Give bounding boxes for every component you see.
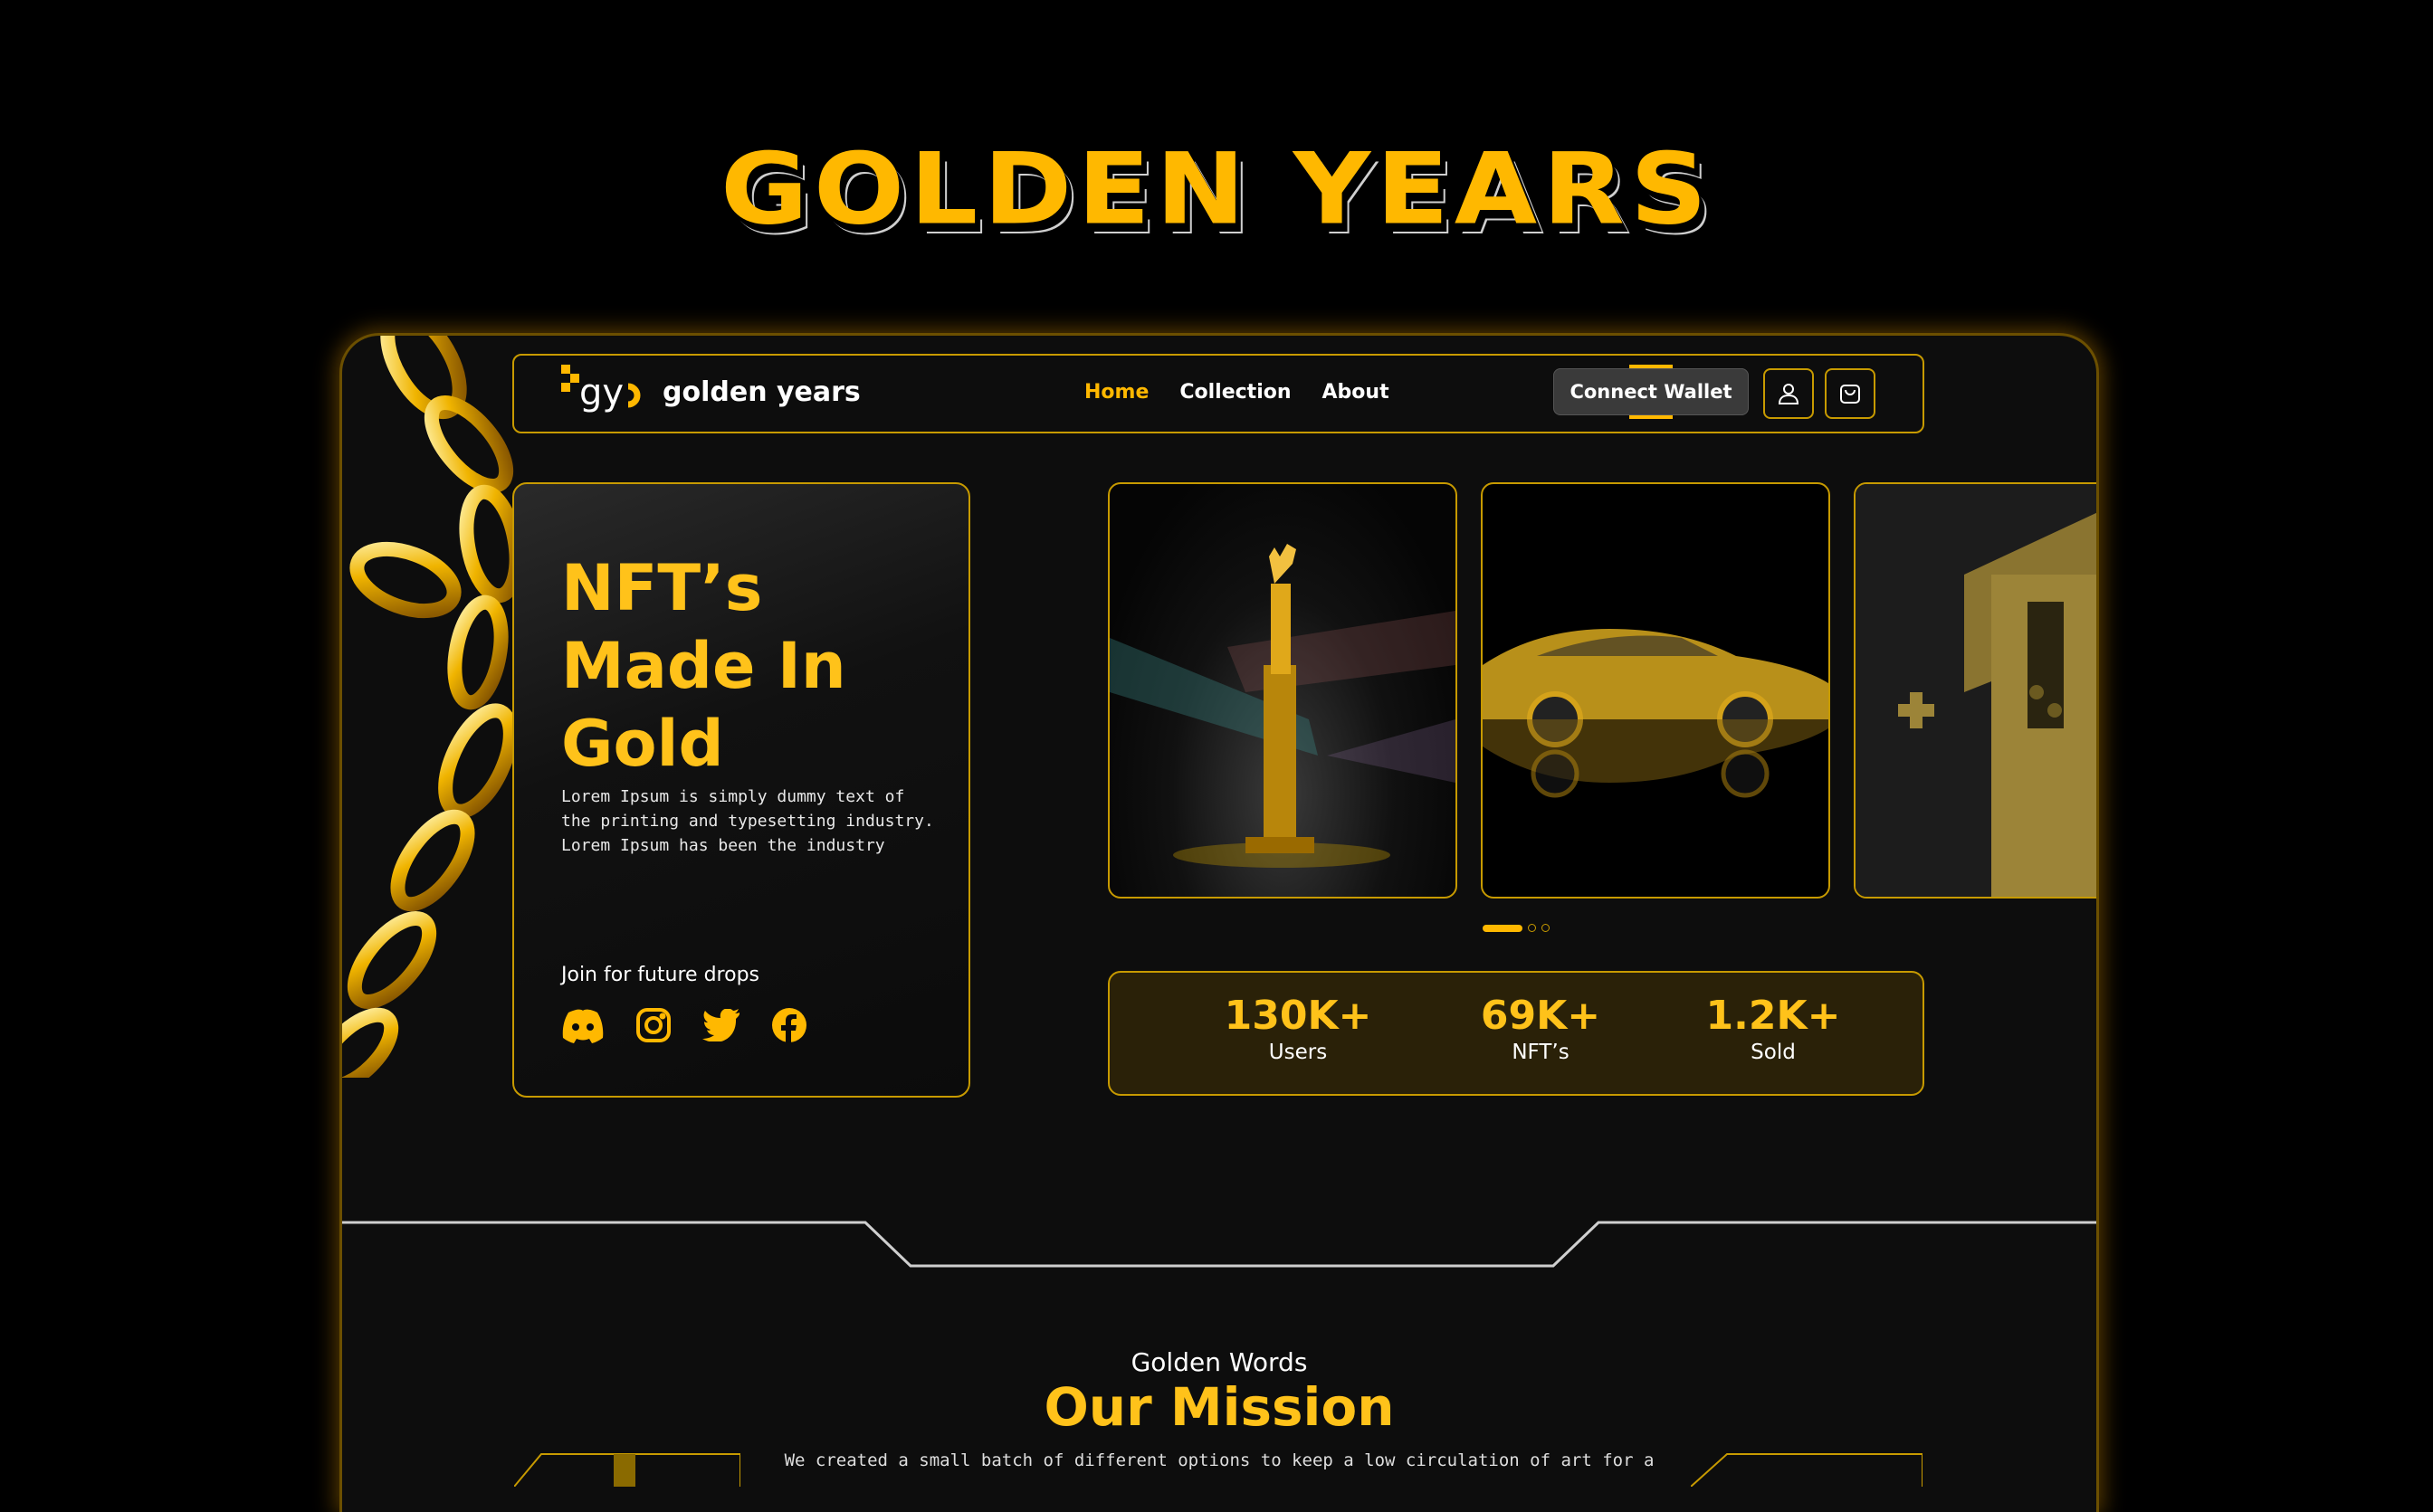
gallery-card-gameboy[interactable] [1854, 482, 2096, 899]
pagination-dot[interactable] [1541, 924, 1550, 932]
gold-chain-decoration [342, 336, 524, 1078]
hero-heading-line: NFT’s [561, 551, 763, 625]
hero-description-line: Lorem Ipsum is simply dummy text of [561, 787, 905, 806]
profile-button[interactable] [1763, 368, 1814, 419]
hero-card: NFT’s Made In Gold Lorem Ipsum is simply… [512, 482, 970, 1098]
stat-nfts: 69K+ NFT’s [1468, 993, 1613, 1064]
stat-value: 69K+ [1480, 993, 1601, 1039]
hero-heading-line: Made In [561, 629, 846, 703]
mission-kicker: Golden Words [1131, 1347, 1308, 1377]
logo-mark: gy [561, 365, 641, 414]
twitter-icon[interactable] [702, 1008, 740, 1046]
stat-value: 1.2K+ [1705, 993, 1841, 1039]
gallery-card-statue[interactable] [1108, 482, 1457, 899]
gold-statue-image [1110, 544, 1455, 868]
mission-title: Our Mission [1044, 1376, 1395, 1438]
nav-link-collection[interactable]: Collection [1179, 381, 1291, 404]
mission-frame-right [1691, 1453, 1923, 1487]
cart-button[interactable] [1825, 368, 1875, 419]
hero-heading: NFT’s Made In Gold [561, 549, 923, 783]
section-divider [342, 1221, 2096, 1268]
nav-links: Home Collection About [1084, 381, 1389, 404]
stat-label: NFT’s [1512, 1041, 1570, 1064]
stat-users: 130K+ Users [1216, 993, 1379, 1064]
gallery-card-car[interactable] [1481, 482, 1830, 899]
stat-value: 130K+ [1224, 993, 1372, 1039]
stat-label: Users [1268, 1041, 1328, 1064]
facebook-icon[interactable] [771, 1007, 807, 1048]
brand-logo[interactable]: gy golden years [561, 365, 861, 419]
connect-wallet-button[interactable]: Connect Wallet [1553, 365, 1749, 419]
logo-mark-text: gy [579, 372, 624, 414]
social-links [561, 1007, 807, 1048]
join-label: Join for future drops [561, 964, 760, 986]
nav-link-home[interactable]: Home [1084, 381, 1149, 404]
pagination-dot-active[interactable] [1483, 924, 1522, 932]
page-headline: GOLDEN YEARS [720, 131, 1713, 247]
hero-description: Lorem Ipsum is simply dummy text of the … [561, 785, 941, 858]
hero-heading-line: Gold [561, 707, 724, 781]
mission-frame-left [514, 1453, 740, 1487]
hero-description-line: the printing and typesetting industry. [561, 812, 934, 831]
stat-label: Sold [1751, 1041, 1796, 1064]
discord-icon[interactable] [561, 1007, 605, 1048]
user-icon [1778, 384, 1799, 404]
pagination-dot[interactable] [1528, 924, 1536, 932]
top-navigation: gy golden years Home Collection About Co… [512, 354, 1924, 433]
shopping-bag-icon [1840, 385, 1860, 404]
gallery-pagination [1483, 924, 1550, 932]
brand-name: golden years [663, 376, 861, 408]
hero-description-line: Lorem Ipsum has been the industry [561, 836, 885, 855]
gold-gameboy-image [1856, 484, 2096, 897]
nav-link-about[interactable]: About [1322, 381, 1389, 404]
stat-sold: 1.2K+ Sold [1696, 993, 1850, 1064]
gold-car-image [1483, 629, 1828, 798]
instagram-icon[interactable] [635, 1007, 672, 1048]
website-mockup: gy golden years Home Collection About Co… [339, 333, 2099, 1512]
stats-panel: 130K+ Users 69K+ NFT’s 1.2K+ Sold [1108, 971, 1924, 1096]
